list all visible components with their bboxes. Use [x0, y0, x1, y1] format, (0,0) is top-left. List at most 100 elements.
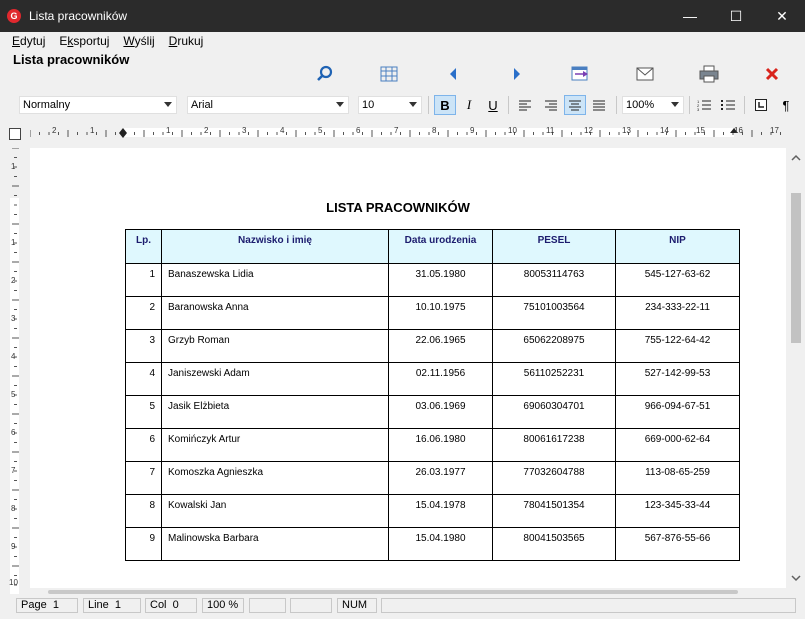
- app-icon: G: [7, 9, 21, 23]
- zoom-select[interactable]: 100%: [622, 96, 684, 114]
- separator: [689, 96, 690, 114]
- header-toolbar: Lista pracowników: [0, 50, 805, 92]
- underline-button[interactable]: U: [482, 95, 504, 115]
- cell-date: 26.03.1977: [388, 461, 493, 495]
- column-header-pesel: PESEL: [492, 229, 616, 264]
- document-page[interactable]: LISTA PRACOWNIKÓW Lp. Nazwisko i imię Da…: [30, 148, 786, 588]
- column-header-name: Nazwisko i imię: [161, 229, 389, 264]
- menu-wyslij[interactable]: Wyślij: [123, 34, 154, 48]
- column-header-nip: NIP: [615, 229, 740, 264]
- arrow-right-icon[interactable]: [506, 64, 528, 84]
- chevron-down-icon: [336, 102, 344, 107]
- cell-name: Baranowska Anna: [161, 296, 389, 330]
- mail-icon[interactable]: [634, 64, 656, 84]
- align-justify-icon[interactable]: [588, 95, 610, 115]
- cell-lp: 3: [125, 329, 162, 363]
- ruler-number: 17: [770, 126, 779, 135]
- zoom-value: 100%: [626, 99, 655, 111]
- cell-lp: 7: [125, 461, 162, 495]
- cell-lp: 8: [125, 494, 162, 528]
- ruler-number: 14: [660, 126, 669, 135]
- table-icon[interactable]: [378, 64, 400, 84]
- document-title: LISTA PRACOWNIKÓW: [326, 200, 470, 215]
- bold-button[interactable]: B: [434, 95, 456, 115]
- menu-eksportuj[interactable]: Eksportuj: [59, 34, 109, 48]
- export-icon[interactable]: [570, 64, 592, 84]
- chevron-down-icon: [671, 102, 679, 107]
- column-header-lp: Lp.: [125, 229, 162, 264]
- window-title: Lista pracowników: [29, 9, 128, 23]
- search-icon[interactable]: [314, 64, 336, 84]
- pilcrow-button[interactable]: ¶: [775, 95, 797, 115]
- bullet-list-icon[interactable]: [717, 95, 739, 115]
- employee-table: Lp. Nazwisko i imię Data urodzenia PESEL…: [125, 229, 740, 561]
- print-icon[interactable]: [698, 64, 720, 84]
- ruler-number: 4: [11, 352, 16, 361]
- cell-lp: 5: [125, 395, 162, 429]
- ruler-number: 8: [11, 504, 16, 513]
- ruler-corner-icon[interactable]: [9, 128, 21, 140]
- menu-bar: Edytuj Eksportuj Wyślij Drukuj: [0, 32, 805, 50]
- chevron-down-icon: [409, 102, 417, 107]
- status-page: Page 1: [16, 598, 78, 613]
- italic-button[interactable]: I: [458, 95, 480, 115]
- ruler-number: 11: [546, 126, 555, 135]
- ruler-number: 2: [52, 126, 57, 135]
- cell-name: Kowalski Jan: [161, 494, 389, 528]
- arrow-left-icon[interactable]: [442, 64, 464, 84]
- size-select[interactable]: 10: [358, 96, 422, 114]
- status-page-label: Page: [21, 599, 47, 611]
- scroll-up-icon[interactable]: [787, 152, 805, 164]
- table-row: 1 Banaszewska Lidia 31.05.1980 80053114763 5…: [125, 263, 740, 297]
- menu-edytuj[interactable]: Edytuj: [12, 34, 45, 48]
- cell-name: Grzyb Roman: [161, 329, 389, 363]
- font-select[interactable]: Arial: [187, 96, 349, 114]
- cell-nip: 123-345-33-44: [615, 494, 740, 528]
- size-value: 10: [362, 99, 375, 111]
- ruler-number: 1: [90, 126, 95, 135]
- cell-nip: 545-127-63-62: [615, 263, 740, 297]
- vertical-ruler[interactable]: 1 1 2 3 4 5 6 7 8 9 10: [7, 148, 23, 594]
- align-left-icon[interactable]: [514, 95, 536, 115]
- table-row: 9 Malinowska Barbara 15.04.1980 80041503565…: [125, 527, 740, 561]
- cell-date: 16.06.1980: [388, 428, 493, 462]
- ruler-number: 15: [696, 126, 705, 135]
- status-num: NUM: [337, 598, 377, 613]
- numbered-list-icon[interactable]: 123: [693, 95, 715, 115]
- horizontal-ruler[interactable]: 2 1 1 2 3 4 5 6 7 8 9 10 11 12 13 14 15 …: [30, 125, 788, 143]
- table-row: 4 Janiszewski Adam 02.11.1956 56110252231 52…: [125, 362, 740, 396]
- scrollbar-thumb[interactable]: [48, 590, 738, 594]
- scrollbar-thumb[interactable]: [791, 193, 801, 343]
- table-row: 5 Jasik Elżbieta 03.06.1969 69060304701 966-…: [125, 395, 740, 429]
- title-bar: G Lista pracowników — ☐ ✕: [0, 0, 805, 32]
- status-bar: Page 1 Line 1 Col 0 100 % NUM: [0, 596, 805, 619]
- scroll-down-icon[interactable]: [787, 572, 805, 584]
- style-select[interactable]: Normalny: [19, 96, 177, 114]
- table-row: 8 Kowalski Jan 15.04.1978 78041501354 123-34…: [125, 494, 740, 528]
- cell-nip: 669-000-62-64: [615, 428, 740, 462]
- svg-text:3: 3: [697, 107, 700, 111]
- align-right-icon[interactable]: [540, 95, 562, 115]
- cell-date: 15.04.1978: [388, 494, 493, 528]
- align-center-icon[interactable]: [564, 95, 586, 115]
- cell-pesel: 80041503565: [492, 527, 616, 561]
- table-header-row: Lp. Nazwisko i imię Data urodzenia PESEL…: [125, 229, 740, 264]
- maximize-button[interactable]: ☐: [713, 0, 759, 32]
- table-row: 2 Baranowska Anna 10.10.1975 75101003564 234…: [125, 296, 740, 330]
- ruler-number: 10: [9, 578, 18, 587]
- horizontal-scrollbar[interactable]: [30, 588, 787, 596]
- vertical-scrollbar[interactable]: [787, 148, 805, 588]
- ruler-number: 4: [280, 126, 285, 135]
- close-icon[interactable]: [761, 64, 783, 84]
- tab-stop-icon[interactable]: [750, 95, 772, 115]
- minimize-button[interactable]: —: [667, 0, 713, 32]
- close-window-button[interactable]: ✕: [759, 0, 805, 32]
- menu-drukuj[interactable]: Drukuj: [169, 34, 204, 48]
- cell-nip: 755-122-64-42: [615, 329, 740, 363]
- cell-lp: 2: [125, 296, 162, 330]
- column-header-date: Data urodzenia: [388, 229, 493, 264]
- cell-name: Komińczyk Artur: [161, 428, 389, 462]
- separator: [744, 96, 745, 114]
- cell-pesel: 77032604788: [492, 461, 616, 495]
- cell-date: 22.06.1965: [388, 329, 493, 363]
